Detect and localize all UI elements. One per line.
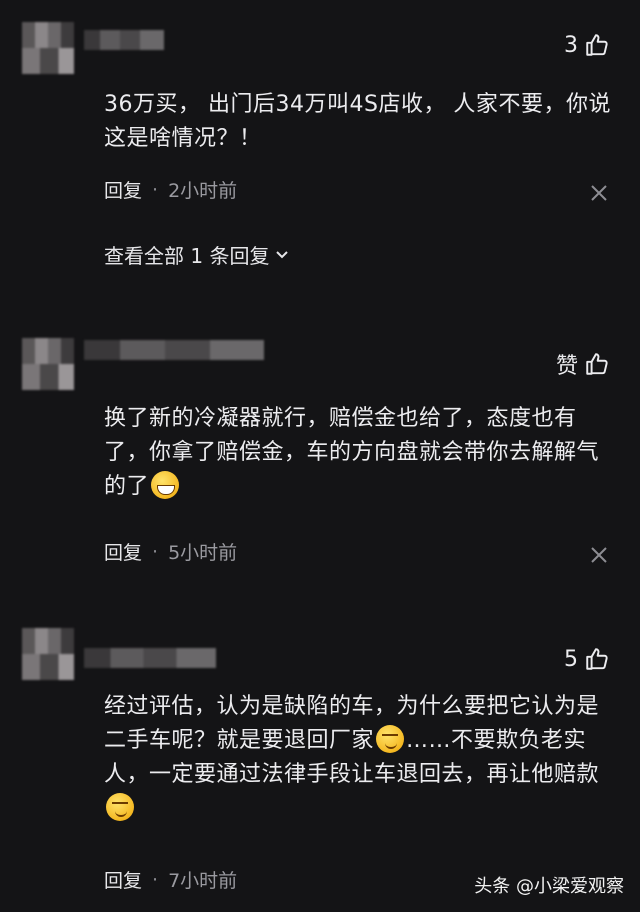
like-button[interactable]: 3 (564, 32, 610, 58)
comment-text: 36万买， 出门后34万叫4S店收， 人家不要，你说这是啥情况？！ (104, 92, 611, 151)
comment-meta: 回复 · 2小时前 (104, 176, 237, 203)
like-count: 3 (564, 32, 578, 58)
reply-button[interactable]: 回复 (104, 176, 142, 203)
username[interactable] (84, 30, 164, 50)
comment-thread: { "comments": [ { "likes": "3", "text": … (0, 0, 640, 912)
grin-emoji-icon (151, 471, 180, 499)
avatar[interactable] (22, 628, 74, 680)
like-count: 5 (564, 646, 578, 672)
reply-button[interactable]: 回复 (104, 538, 142, 565)
comment-item: 赞 换了新的冷凝器就行，赔偿金也给了，态度也有了，你拿了赔偿金，车的方向盘就会带… (0, 300, 640, 612)
view-all-replies-button[interactable]: 查看全部 1 条回复 (104, 240, 289, 269)
separator-dot: · (152, 868, 159, 891)
comment-text: 经过评估，认为是缺陷的车，为什么要把它认为是二手车呢？就是要退回厂家 ……不要欺负… (104, 690, 614, 826)
smirk-emoji-icon (106, 793, 134, 821)
username[interactable] (84, 648, 216, 668)
thumbs-up-icon (586, 34, 608, 56)
smirk-emoji-icon (376, 725, 405, 753)
comment-meta: 回复 · 7小时前 (104, 866, 237, 893)
thumbs-up-icon (586, 353, 608, 375)
comment-text: 换了新的冷凝器就行，赔偿金也给了，态度也有了，你拿了赔偿金，车的方向盘就会带你去… (104, 402, 614, 504)
close-icon[interactable] (590, 184, 608, 202)
like-button[interactable]: 5 (564, 646, 610, 672)
reply-button[interactable]: 回复 (104, 866, 142, 893)
timestamp: 2小时前 (168, 180, 238, 202)
separator-dot: · (152, 178, 159, 201)
close-icon[interactable] (590, 546, 608, 564)
thumbs-up-icon (586, 648, 608, 670)
comment-item: 3 36万买， 出门后34万叫4S店收， 人家不要，你说这是啥情况？！ 回复 ·… (0, 0, 640, 300)
like-button[interactable]: 赞 (556, 348, 610, 380)
chevron-down-icon (276, 250, 289, 258)
like-count: 赞 (555, 354, 578, 379)
separator-dot: · (152, 540, 159, 563)
comment-item: 5 经过评估，认为是缺陷的车，为什么要把它认为是二手车呢？就是要退回厂家 ……不要… (0, 612, 640, 912)
timestamp: 7小时前 (168, 870, 238, 892)
avatar[interactable] (22, 22, 74, 74)
watermark: 头条 @小梁爱观察 (474, 876, 624, 897)
avatar[interactable] (22, 338, 74, 390)
username[interactable] (84, 340, 264, 360)
timestamp: 5小时前 (168, 542, 238, 564)
view-replies-label: 查看全部 1 条回复 (104, 244, 270, 268)
comment-meta: 回复 · 5小时前 (104, 538, 237, 565)
